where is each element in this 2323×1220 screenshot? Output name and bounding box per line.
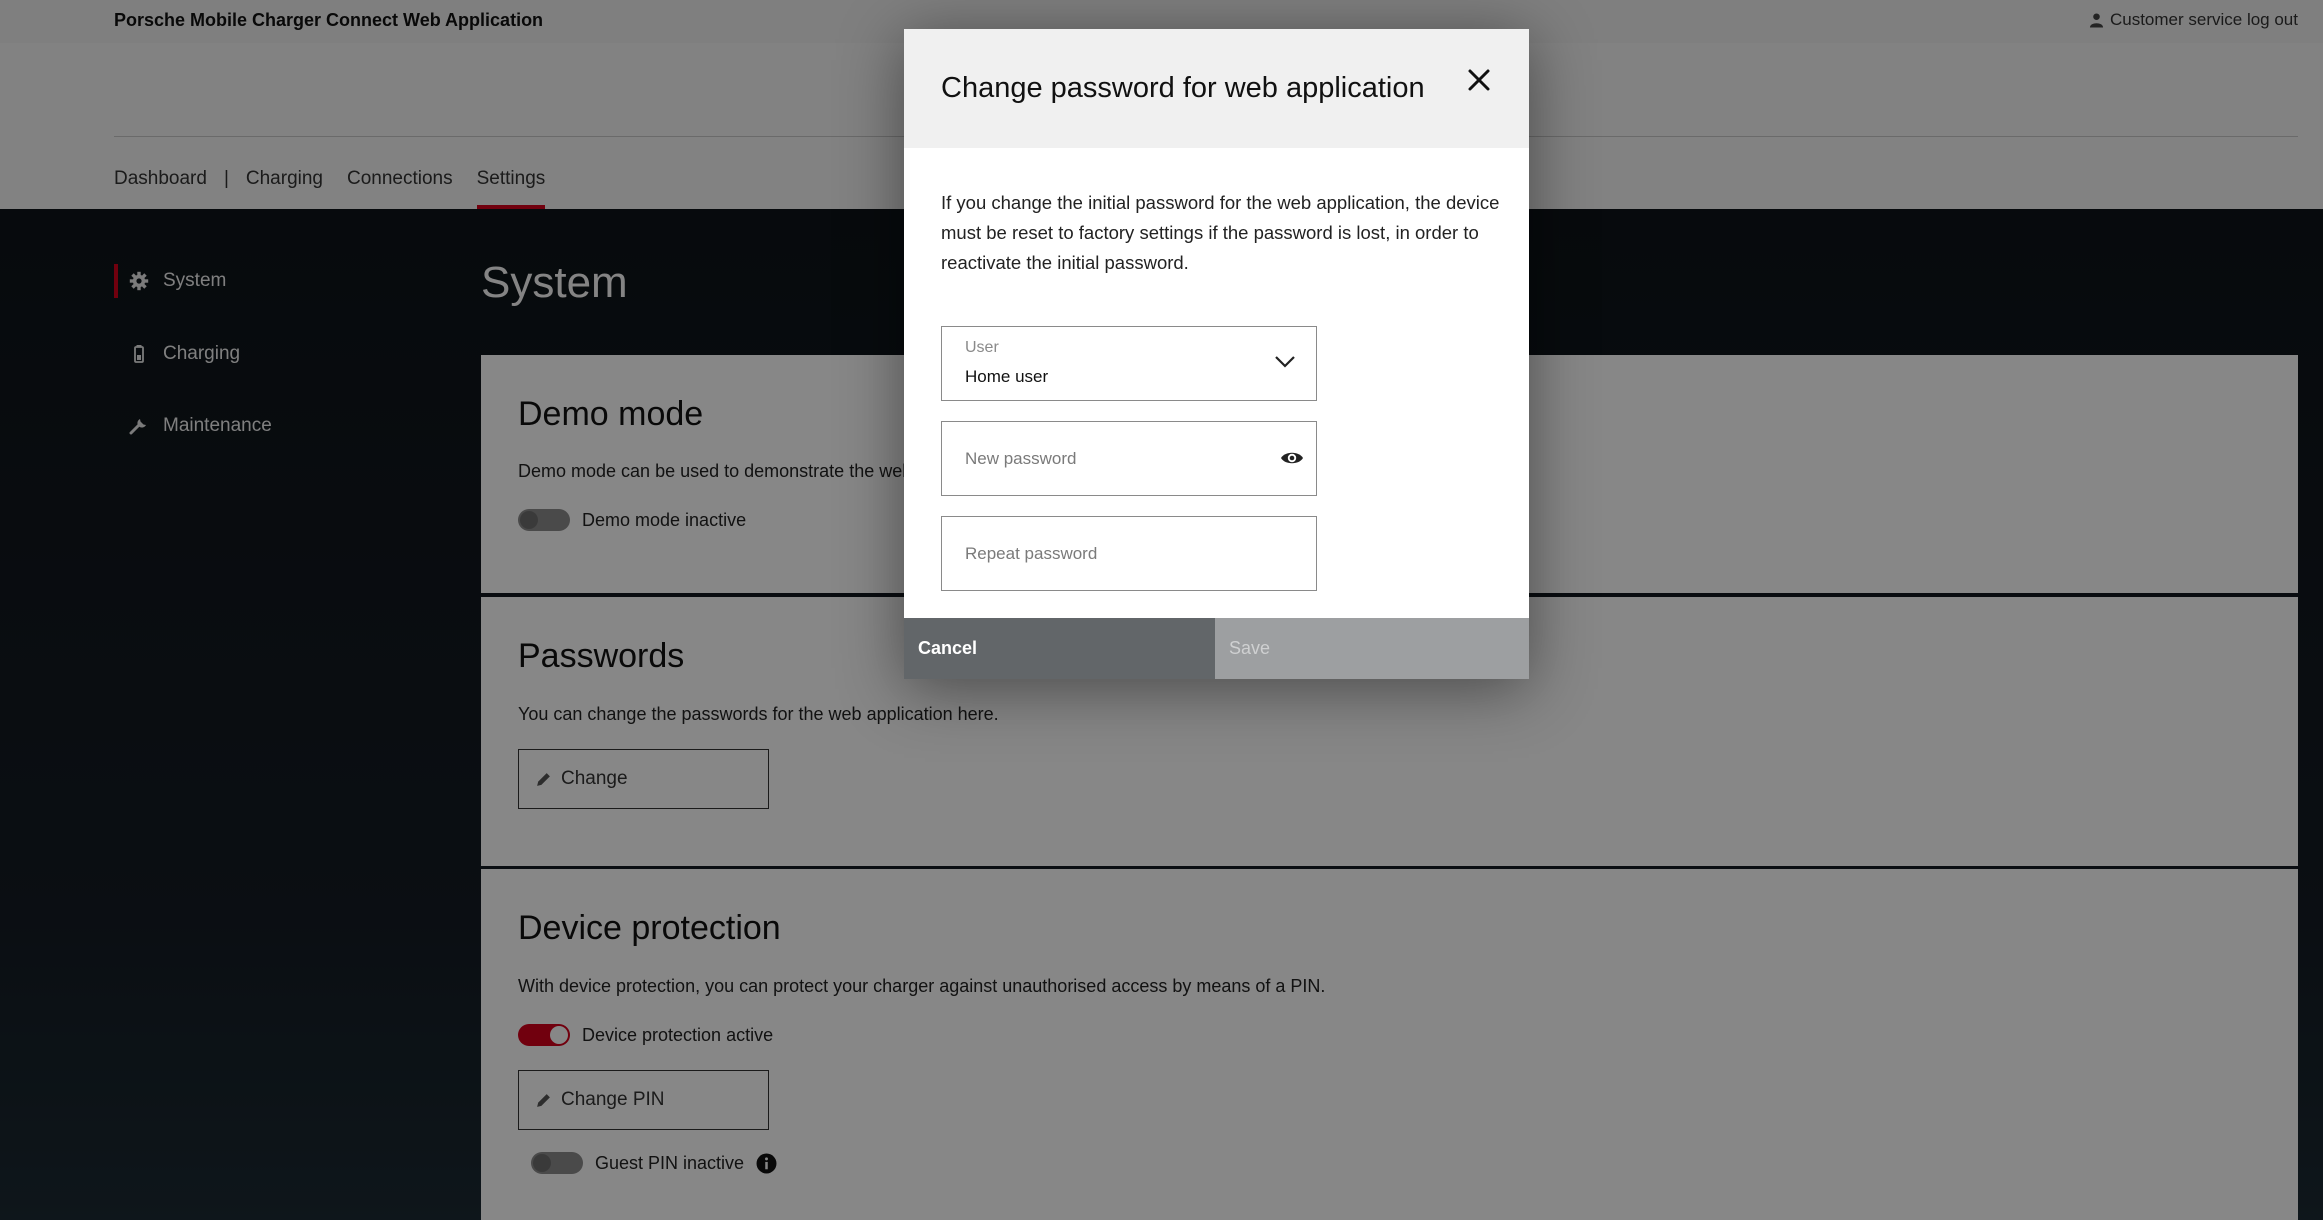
- eye-icon[interactable]: [1280, 449, 1304, 467]
- user-select-label: User: [965, 339, 999, 356]
- chevron-down-icon: [1275, 356, 1295, 368]
- repeat-password-input[interactable]: [965, 544, 1265, 564]
- dialog-description: If you change the initial password for t…: [941, 192, 1500, 273]
- dialog-footer: Cancel Save: [904, 618, 1529, 679]
- repeat-password-field: [941, 516, 1317, 591]
- dialog-header: Change password for web application: [904, 29, 1529, 148]
- user-select[interactable]: User Home user: [941, 326, 1317, 401]
- cancel-button[interactable]: Cancel: [904, 618, 1215, 679]
- new-password-field: [941, 421, 1317, 496]
- dialog-title: Change password for web application: [941, 72, 1425, 104]
- user-select-value: Home user: [965, 367, 1049, 386]
- close-icon[interactable]: [1464, 65, 1494, 95]
- new-password-input[interactable]: [965, 449, 1265, 469]
- dialog-body: If you change the initial password for t…: [904, 148, 1529, 618]
- change-password-dialog: Change password for web application If y…: [904, 29, 1529, 679]
- save-button[interactable]: Save: [1215, 618, 1529, 679]
